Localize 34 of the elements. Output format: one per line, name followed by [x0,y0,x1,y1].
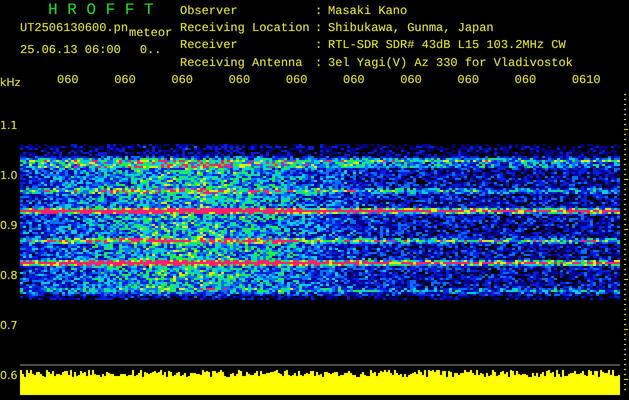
event-tag: meteor [129,27,172,39]
frequency-label: 0.7 [0,318,18,332]
info-value: RTL-SDR SDR# 43dB L15 103.2MHz CW [328,39,567,54]
time-label: 060 [171,72,194,87]
time-label: 060 [400,72,422,87]
frequency-label: 0.6 [0,368,18,382]
frequency-label: 1.1 [0,118,18,132]
time-label: 060 [514,72,536,87]
info-separator: : [315,5,324,20]
frequency-label: 1.0 [0,168,18,182]
info-label: Receiving Antenna [180,56,304,72]
time-label: 060 [57,72,79,87]
file-name: UT2506130600.pn [20,22,128,34]
time-label: 0610 [572,72,601,87]
frequency-label: 0.9 [0,218,18,232]
app-title: H R O F F T [48,2,155,18]
info-separator: : [315,56,324,72]
frequency-label: 0.8 [0,268,18,282]
info-value: 3el Yagi(V) Az 330 for Vladivostok [328,56,573,72]
info-separator: : [315,39,324,54]
info-label: Receiver [180,39,239,54]
info-value: Shibukawa, Gunma, Japan [328,22,495,38]
info-separator: : [315,22,324,38]
time-label: 060 [286,72,308,87]
info-label: Observer [180,5,239,20]
time-label: 060 [228,72,250,87]
counter: 0.. [140,44,162,56]
info-value: Masaki Kano [328,5,408,20]
axis-unit: kHz [0,76,20,89]
timestamp: 25.06.13 06:00 [20,44,121,56]
time-label: 060 [343,72,365,87]
info-label: Receiving Location [180,22,311,38]
time-label: 060 [114,72,136,87]
time-label: 060 [457,72,480,87]
